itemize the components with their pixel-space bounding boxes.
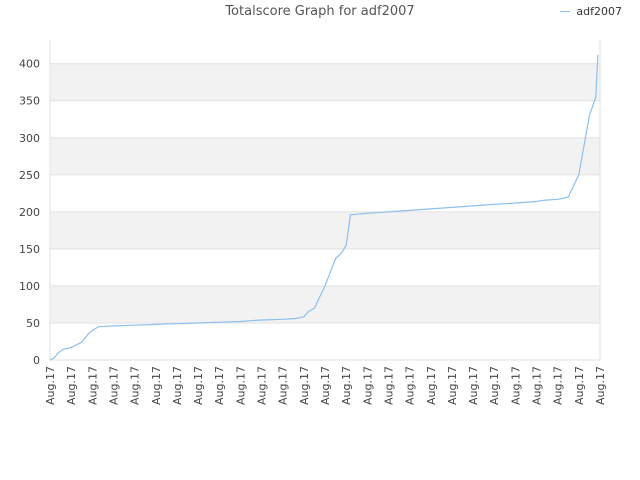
x-tick-label: Aug.17: [65, 366, 78, 405]
x-tick-label: Aug.17: [319, 366, 332, 405]
x-tick-label: Aug.17: [277, 366, 290, 405]
y-tick-label: 0: [33, 354, 40, 367]
plot-band: [50, 137, 600, 175]
x-tick-label: Aug.17: [213, 366, 226, 405]
y-tick-label: 350: [19, 95, 40, 108]
x-tick-label: Aug.17: [150, 366, 163, 405]
x-tick-label: Aug.17: [44, 366, 57, 405]
x-tick-label: Aug.17: [509, 366, 522, 405]
x-tick-label: Aug.17: [86, 366, 99, 405]
x-tick-label: Aug.17: [340, 366, 353, 405]
y-tick-label: 300: [19, 132, 40, 145]
plot-band: [50, 211, 600, 249]
x-tick-label: Aug.17: [404, 366, 417, 405]
x-tick-label: Aug.17: [467, 366, 480, 405]
x-axis-labels: Aug.17 Aug.17 Aug.17 Aug.17 Aug.17 Aug.17 Aug.…: [44, 366, 607, 405]
y-tick-label: 250: [19, 169, 40, 182]
plot-band: [50, 63, 600, 101]
x-tick-label: Aug.17: [382, 366, 395, 405]
y-tick-label: 150: [19, 243, 40, 256]
x-tick-label: Aug.17: [488, 366, 501, 405]
x-tick-label: Aug.17: [446, 366, 459, 405]
x-tick-label: Aug.17: [361, 366, 374, 405]
x-tick-label: Aug.17: [129, 366, 142, 405]
x-tick-label: Aug.17: [573, 366, 586, 405]
x-tick-label: Aug.17: [107, 366, 120, 405]
x-tick-label: Aug.17: [594, 366, 607, 405]
x-tick-label: Aug.17: [531, 366, 544, 405]
plot-bands: [50, 63, 600, 323]
y-axis-labels: 0 50 100 150 200 250 300 350 400: [19, 58, 40, 367]
x-tick-label: Aug.17: [425, 366, 438, 405]
x-tick-label: Aug.17: [171, 366, 184, 405]
x-tick-label: Aug.17: [234, 366, 247, 405]
plot-band: [50, 285, 600, 323]
y-tick-label: 200: [19, 206, 40, 219]
y-tick-label: 100: [19, 280, 40, 293]
x-tick-label: Aug.17: [552, 366, 565, 405]
line-chart: 050100150200250300350400 Aug.17 Aug.17 Aug…: [19, 40, 607, 405]
x-tick-label: Aug.17: [298, 366, 311, 405]
x-tick-label: Aug.17: [192, 366, 205, 405]
x-tick-label: Aug.17: [256, 366, 269, 405]
y-tick-label: 50: [26, 317, 40, 330]
y-tick-label: 400: [19, 58, 40, 71]
